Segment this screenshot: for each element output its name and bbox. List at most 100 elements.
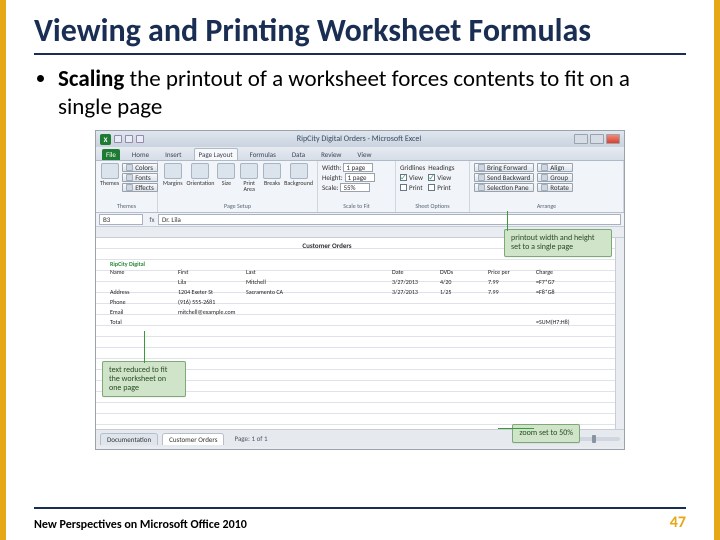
breaks-button[interactable]: Breaks	[263, 163, 281, 192]
doc-title: Customer Orders	[110, 241, 544, 250]
group-label-sheet-options: Sheet Options	[400, 202, 465, 210]
group-scale-to-fit: Width:1 page Height:1 page Scale:55% Sca…	[318, 161, 396, 212]
tab-home[interactable]: Home	[128, 149, 153, 160]
gridlines-label: Gridlines	[400, 163, 425, 172]
headings-print-check[interactable]: Print	[428, 183, 454, 192]
tab-view[interactable]: View	[353, 149, 375, 160]
vertical-scrollbar[interactable]	[615, 238, 624, 429]
effects-icon	[126, 184, 133, 191]
margins-icon	[164, 163, 182, 179]
selection-pane-icon	[478, 184, 485, 191]
bullet-rest: the printout of a worksheet forces conte…	[58, 65, 630, 122]
checkbox-icon	[428, 184, 435, 191]
themes-icon	[101, 163, 119, 179]
slide: Viewing and Printing Worksheet Formulas …	[0, 0, 720, 540]
background-button[interactable]: Background	[284, 163, 313, 192]
align-button[interactable]: Align	[537, 163, 573, 172]
height-field[interactable]: 1 page	[345, 173, 375, 182]
send-backward-icon	[478, 174, 485, 181]
tab-formulas[interactable]: Formulas	[246, 149, 280, 160]
ribbon: Themes Colors Fonts Effects Themes Margi…	[96, 161, 624, 213]
group-label-scale: Scale to Fit	[322, 202, 391, 210]
data-grid: NameFirstLastDateDVDsPrice perCharge Lil…	[110, 268, 544, 326]
group-label-page-setup: Page Setup	[162, 202, 313, 210]
group-label-themes: Themes	[100, 202, 153, 210]
group-label-arrange: Arrange	[474, 202, 619, 210]
size-button[interactable]: Size	[217, 163, 235, 192]
close-button[interactable]	[606, 134, 620, 144]
margins-button[interactable]: Margins	[162, 163, 184, 192]
name-box[interactable]: B3	[99, 214, 143, 225]
headings-view-check[interactable]: View	[428, 173, 454, 182]
group-button[interactable]: Group	[537, 173, 573, 182]
sheet-tab-documentation[interactable]: Documentation	[100, 433, 158, 445]
background-icon	[290, 163, 308, 179]
rotate-icon	[541, 184, 548, 191]
effects-button[interactable]: Effects	[122, 183, 158, 192]
group-themes: Themes Colors Fonts Effects Themes	[96, 161, 158, 212]
group-page-setup: Margins Orientation Size Print Area Brea…	[158, 161, 318, 212]
orientation-icon	[191, 163, 209, 179]
callout-scale-to-fit: printout width and height set to a singl…	[504, 229, 612, 257]
breaks-icon	[263, 163, 281, 179]
figure-wrap: X RipCity Digital Orders - Microsoft Exc…	[34, 130, 686, 450]
maximize-button[interactable]	[590, 134, 604, 144]
group-arrange: Bring Forward Send Backward Selection Pa…	[470, 161, 624, 212]
selection-pane-button[interactable]: Selection Pane	[474, 183, 534, 192]
group-sheet-options: Gridlines View Print Headings View Print…	[396, 161, 470, 212]
width-spin[interactable]: Width:1 page	[322, 163, 391, 172]
bullet-list: Scaling the printout of a worksheet forc…	[34, 65, 686, 123]
checkbox-icon	[428, 174, 435, 181]
bring-forward-icon	[478, 164, 485, 171]
excel-window: X RipCity Digital Orders - Microsoft Exc…	[95, 130, 625, 450]
fonts-icon	[126, 174, 133, 181]
size-icon	[217, 163, 235, 179]
page-number: 47	[670, 513, 686, 532]
height-spin[interactable]: Height:1 page	[322, 173, 391, 182]
page-indicator: Page: 1 of 1	[234, 434, 267, 443]
align-icon	[541, 164, 548, 171]
callout-lead	[144, 331, 145, 363]
window-title: RipCity Digital Orders - Microsoft Excel	[297, 134, 421, 144]
fx-icon[interactable]: fx	[146, 215, 158, 224]
slide-footer: New Perspectives on Microsoft Office 201…	[34, 507, 686, 532]
headings-label: Headings	[428, 163, 454, 172]
themes-button[interactable]: Themes	[100, 163, 119, 192]
bullet-bold: Scaling	[58, 65, 124, 93]
scale-field[interactable]: 55%	[340, 183, 370, 192]
doc-section: RipCity Digital	[110, 260, 544, 268]
zoom-slider[interactable]	[574, 437, 620, 441]
colors-icon	[126, 164, 133, 171]
callout-lead	[498, 428, 534, 429]
excel-icon: X	[100, 134, 111, 145]
fonts-button[interactable]: Fonts	[122, 173, 158, 182]
gridlines-view-check[interactable]: View	[400, 173, 425, 182]
tab-file[interactable]: File	[102, 149, 120, 160]
checkbox-icon	[400, 174, 407, 181]
formula-field[interactable]: Dr. Lila	[158, 214, 621, 225]
rotate-button[interactable]: Rotate	[537, 183, 573, 192]
bullet-1: Scaling the printout of a worksheet forc…	[58, 65, 686, 123]
qat-undo-icon[interactable]	[125, 135, 133, 143]
tab-insert[interactable]: Insert	[161, 149, 185, 160]
minimize-button[interactable]	[574, 134, 588, 144]
orientation-button[interactable]: Orientation	[187, 163, 215, 192]
send-backward-button[interactable]: Send Backward	[474, 173, 534, 182]
worksheet[interactable]: Customer Orders RipCity Digital NameFirs…	[96, 227, 624, 447]
checkbox-icon	[400, 184, 407, 191]
sheet-tab-orders[interactable]: Customer Orders	[162, 433, 224, 445]
scale-spin[interactable]: Scale:55%	[322, 183, 391, 192]
print-area-button[interactable]: Print Area	[238, 163, 260, 192]
width-field[interactable]: 1 page	[343, 163, 373, 172]
qat-save-icon[interactable]	[114, 135, 122, 143]
bring-forward-button[interactable]: Bring Forward	[474, 163, 534, 172]
tab-review[interactable]: Review	[317, 149, 345, 160]
callout-text-reduced: text reduced to fit the worksheet on one…	[102, 361, 186, 397]
colors-button[interactable]: Colors	[122, 163, 158, 172]
gridlines-print-check[interactable]: Print	[400, 183, 425, 192]
tab-page-layout[interactable]: Page Layout	[194, 148, 238, 160]
tab-data[interactable]: Data	[288, 149, 309, 160]
print-area-icon	[240, 163, 258, 179]
qat-redo-icon[interactable]	[136, 135, 144, 143]
ribbon-tabs: File Home Insert Page Layout Formulas Da…	[96, 147, 624, 161]
